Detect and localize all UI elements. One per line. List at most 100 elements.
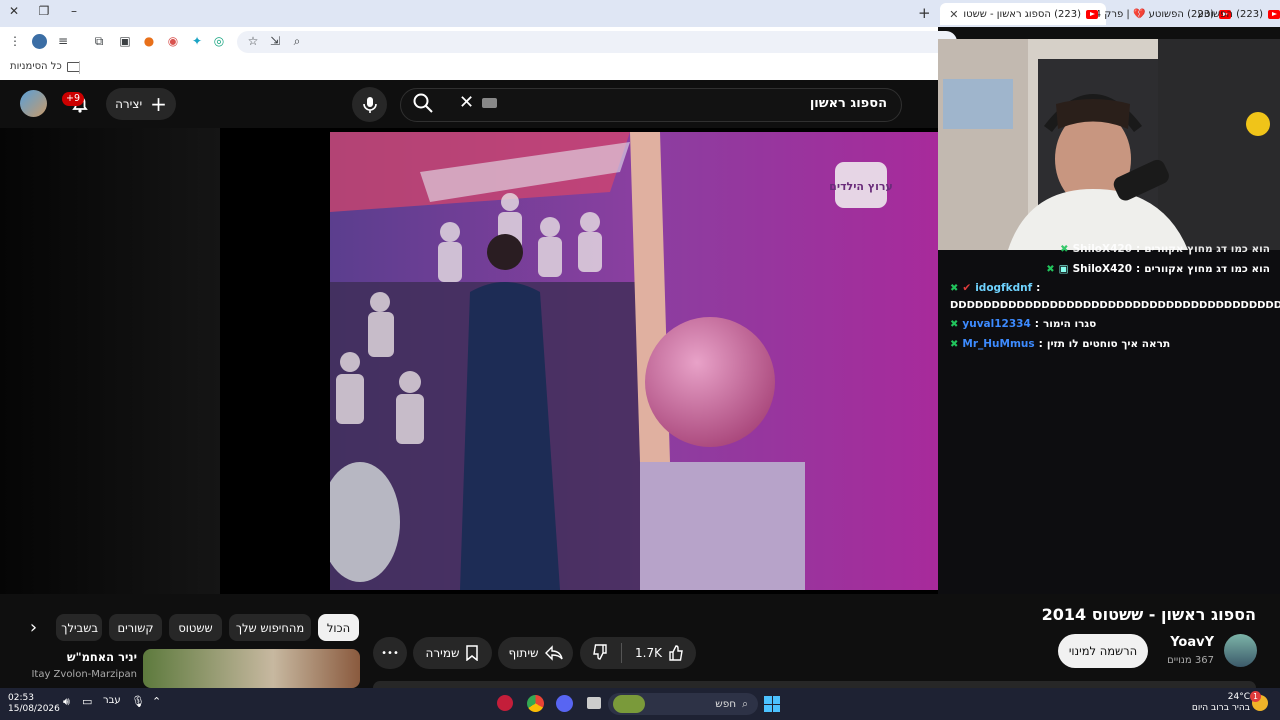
badge-icon: ✖	[950, 338, 959, 350]
weather-widget[interactable]: 24°C בהיר ברוב היום	[1190, 692, 1250, 714]
create-label: יצירה	[115, 97, 143, 111]
restore-window-icon[interactable]: ❐	[34, 4, 54, 18]
badge-icon: ✖	[950, 282, 959, 294]
tab-close-icon[interactable]: ✕	[949, 8, 958, 21]
chat-message: ✖ yuval12334 : סגרו הימור	[950, 318, 1097, 330]
chip-related[interactable]: קשורים	[109, 614, 162, 641]
chip-all[interactable]: הכול	[318, 614, 359, 641]
extensions-icon[interactable]: ⧉	[90, 34, 108, 49]
chip-from-search[interactable]: מהחיפוש שלך	[229, 614, 311, 641]
reading-list-icon[interactable]: ≡	[54, 34, 72, 48]
share-button[interactable]: שיתוף	[498, 637, 573, 669]
profile-avatar-icon[interactable]	[32, 34, 47, 49]
chat-text: DDDDDDDDDDDDDDDDDDDDDDDDDDDDDDDDDDDDDDDD…	[950, 300, 1280, 311]
address-bar[interactable]	[237, 31, 957, 53]
chat-username: idogfkdnf	[975, 282, 1033, 294]
tab[interactable]: (223) הפשוטע	[1180, 3, 1280, 25]
chat-text: הוא כמו דג מחוץ אקוורים	[1144, 243, 1270, 255]
menu-icon[interactable]: ⋮	[6, 34, 24, 48]
channel-watermark: ערוץ הילדים	[829, 162, 893, 208]
more-actions-button[interactable]: •••	[373, 637, 407, 669]
related-video-channel: Itay Zvolon-Marzipan	[31, 669, 137, 680]
taskbar-search-placeholder: חפש	[715, 698, 737, 710]
player-ambient-left	[0, 128, 220, 594]
keyboard-icon[interactable]	[482, 98, 497, 108]
account-avatar[interactable]	[20, 90, 47, 117]
related-video-thumbnail[interactable]	[143, 649, 360, 688]
network-icon[interactable]: ▭	[82, 695, 92, 708]
new-tab-button[interactable]: +	[918, 4, 931, 22]
youtube-favicon-icon	[1086, 9, 1098, 19]
volume-icon[interactable]: 🔊︎	[63, 695, 70, 709]
badge-icon: ✖	[950, 318, 959, 330]
all-bookmarks-button[interactable]: כל הסימניות	[10, 61, 80, 72]
chat-text: הוא כמו דג מחוץ אקוורים	[1144, 263, 1270, 275]
clear-search-icon[interactable]: ✕	[459, 92, 474, 113]
extension-icon[interactable]: ●	[140, 34, 158, 48]
channel-avatar[interactable]	[1224, 634, 1257, 667]
extension-icon[interactable]: ◉	[164, 34, 182, 48]
description-box[interactable]	[373, 681, 1256, 688]
search-box[interactable]: הספוג ראשון	[400, 88, 902, 122]
close-window-icon[interactable]: ✕	[4, 4, 24, 18]
plus-icon: +	[150, 92, 167, 116]
bookmark-star-icon[interactable]: ☆	[244, 34, 262, 48]
search-icon: ⌕	[742, 697, 748, 710]
subscribe-button[interactable]: הרשמה למינוי	[1058, 634, 1148, 668]
webcam-scene	[938, 39, 1280, 250]
install-icon[interactable]: ⇲	[266, 34, 284, 48]
notification-badge: +9	[62, 92, 85, 106]
chip-for-you[interactable]: בשבילך	[56, 614, 102, 641]
related-video-title[interactable]: יניר האחמ"ש	[10, 650, 137, 664]
dislike-button[interactable]	[592, 643, 608, 663]
language-indicator[interactable]: עבר	[103, 695, 121, 706]
clock[interactable]: 02:53 15/08/2026	[8, 693, 60, 715]
streamer-webcam	[938, 39, 1280, 250]
search-highlight-image	[613, 695, 645, 713]
extension-icon[interactable]: ✦	[188, 34, 206, 48]
video-scene: ערוץ הילדים	[330, 132, 940, 590]
bookmarks-bar	[0, 56, 938, 81]
video-frame[interactable]: ערוץ הילדים	[330, 132, 940, 590]
chrome-icon[interactable]	[527, 695, 544, 712]
weather-text: בהיר ברוב היום	[1191, 703, 1250, 713]
tab-title: (223) הפשוטע	[1197, 8, 1263, 20]
weather-badge: 1	[1250, 691, 1261, 702]
chat-username: ShiloX420	[1072, 263, 1133, 275]
app-icon[interactable]	[497, 695, 513, 711]
discord-icon[interactable]	[556, 695, 573, 712]
search-button[interactable]	[412, 92, 434, 118]
bookmark-icon	[466, 645, 479, 661]
channel-name[interactable]: YoavY	[1160, 635, 1214, 650]
clock-date: 15/08/2026	[8, 704, 60, 714]
start-icon[interactable]	[764, 696, 780, 712]
task-view-icon[interactable]	[587, 697, 601, 709]
extension-icon[interactable]: ▣	[116, 34, 134, 48]
save-button[interactable]: שמירה	[413, 637, 492, 669]
chat-message: ✖ Mr_HuMmus : תראה איך סוחטים לו תזין	[950, 338, 1171, 350]
badge-icon: ✖	[1046, 263, 1055, 275]
search-icon	[413, 93, 433, 113]
badge-icon: ✔	[962, 282, 972, 294]
microphone-icon	[362, 96, 377, 113]
chips-next-chevron-icon[interactable]: ›	[20, 614, 47, 641]
chip-shashtus[interactable]: ששטוס	[169, 614, 222, 641]
search-input[interactable]: הספוג ראשון	[810, 96, 887, 111]
tab-active[interactable]: (223) הספוג ראשון - ששטו ✕	[940, 3, 1106, 25]
all-bookmarks-label: כל הסימניות	[10, 61, 62, 72]
voice-search-button[interactable]	[352, 87, 387, 122]
microphone-icon[interactable]: 🎙︎	[131, 695, 145, 708]
badge-icon: ▣	[1058, 263, 1069, 275]
chat-message: ✖ ✔ idogfkdnf :	[950, 282, 1040, 294]
clock-time: 02:53	[8, 693, 34, 703]
like-button[interactable]: 1.7K	[635, 645, 684, 661]
create-button[interactable]: + יצירה	[106, 88, 176, 120]
save-label: שמירה	[425, 646, 460, 660]
extension-icon[interactable]: ◎	[210, 34, 228, 48]
chat-username: Mr_HuMmus	[962, 338, 1035, 350]
minimize-window-icon[interactable]: –	[64, 4, 84, 18]
share-icon	[544, 645, 563, 661]
zoom-icon[interactable]: ⌕	[288, 34, 306, 49]
badge-icon: ✖	[1060, 243, 1069, 255]
tray-chevron-icon[interactable]: ⌃	[152, 695, 161, 708]
